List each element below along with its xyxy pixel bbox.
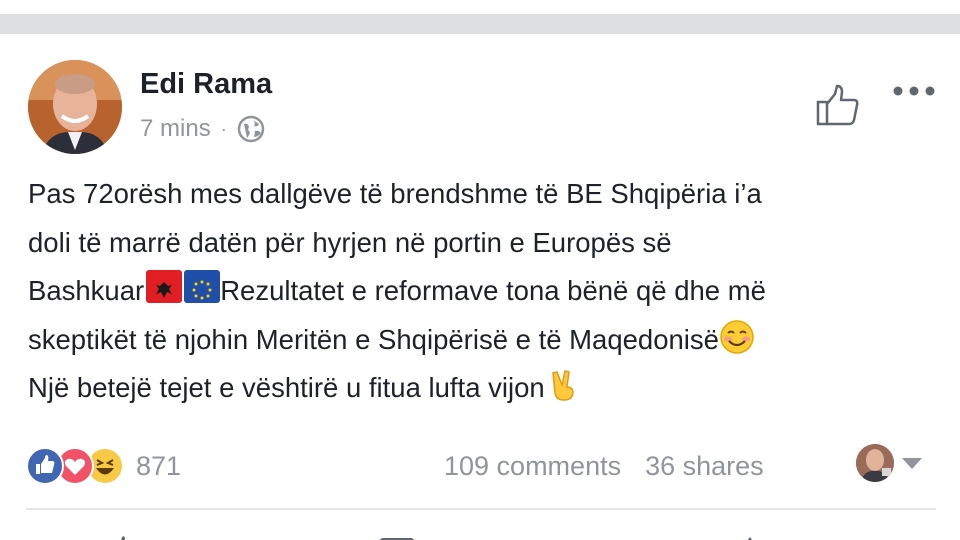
post-text-line: Një betejë tejet e vështirë u fitua luft… (28, 364, 938, 413)
reaction-count[interactable]: 871 (136, 451, 181, 482)
post-text-line: skeptikët të njohin Meritën e Shqipërisë… (28, 316, 938, 365)
author-name[interactable]: Edi Rama (140, 70, 272, 99)
post-text-segment: Rezultatet e reformave tona bënë që dhe … (220, 275, 766, 306)
post-text-segment: Një betejë tejet e vështirë u fitua luft… (28, 372, 545, 403)
reactions-summary[interactable]: 871 (26, 446, 181, 486)
feed-top-band (0, 0, 960, 34)
chevron-down-icon (902, 457, 922, 469)
post-time[interactable]: 7 mins (140, 115, 211, 143)
like-action-icon[interactable] (112, 532, 132, 540)
more-options-icon[interactable] (892, 80, 936, 102)
eu-flag-emoji (184, 270, 221, 303)
albania-flag-emoji (146, 270, 183, 303)
victory-hand-emoji (545, 367, 581, 403)
meta-separator: · (220, 118, 227, 139)
post-card: Edi Rama 7 mins · Pas 72orësh mes dallgë… (0, 34, 960, 540)
like-icon[interactable] (814, 82, 862, 130)
post-meta: 7 mins · (140, 114, 265, 144)
post-text-line: doli të marrë datën për hyrjen në portin… (28, 226, 672, 258)
comment-action-icon[interactable] (380, 532, 414, 540)
action-bar (0, 528, 960, 540)
share-action-icon[interactable] (736, 532, 756, 540)
feed-separator-bar (0, 14, 960, 34)
smiling-face-emoji (719, 319, 755, 355)
shares-count[interactable]: 36 shares (645, 451, 764, 482)
avatar-photo (28, 60, 122, 154)
post-body: Pas 72orësh mes dallgëve të brendshme të… (28, 170, 938, 413)
post-text-line: Bashkuar Rezultatet e reformave tona bënë… (28, 267, 938, 316)
globe-icon[interactable] (237, 115, 265, 143)
viewer-avatar (856, 444, 894, 482)
post-text-line: Pas 72orësh mes dallgëve të brendshme të… (28, 178, 762, 209)
post-text-segment: Bashkuar (28, 275, 145, 306)
like-reaction-icon (26, 447, 64, 485)
engagement-stats: 109 comments 36 shares (444, 447, 764, 485)
comments-count[interactable]: 109 comments (444, 451, 621, 482)
post-text-segment: skeptikët të njohin Meritën e Shqipërisë… (28, 323, 719, 355)
author-avatar[interactable] (28, 60, 122, 154)
viewer-selector[interactable] (856, 444, 922, 482)
action-divider (26, 508, 936, 510)
